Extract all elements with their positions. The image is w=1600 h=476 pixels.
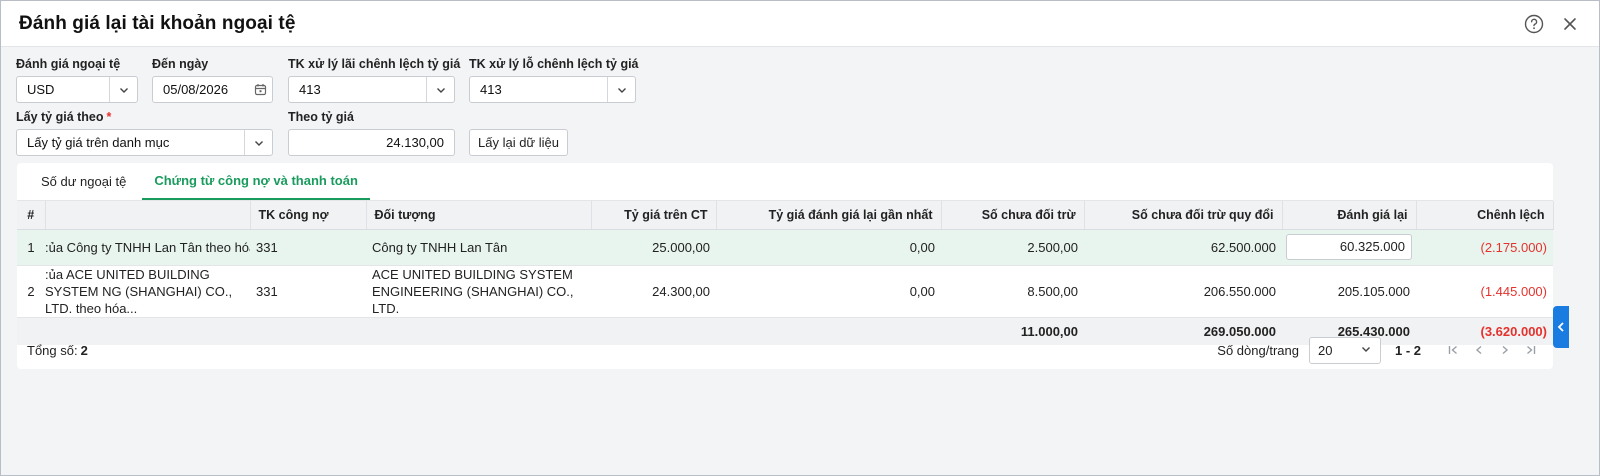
- tab-bar: Số dư ngoại tệ Chứng từ công nợ và thanh…: [17, 163, 1553, 201]
- table-footer: Tổng số: 2 Số dòng/trang 20 1 - 2: [17, 331, 1553, 369]
- chevron-down-icon[interactable]: [607, 77, 635, 102]
- help-icon[interactable]: [1523, 13, 1545, 35]
- to-date-label: Đến ngày: [152, 57, 209, 71]
- chevron-down-icon[interactable]: [426, 77, 454, 102]
- loss-account-value: 413: [480, 82, 502, 97]
- total-count: Tổng số: 2: [27, 343, 88, 358]
- rate-source-label: Lấy tỷ giá theo *: [16, 110, 111, 124]
- table-row[interactable]: 2 :ủa ACE UNITED BUILDING SYSTEM NG (SHA…: [17, 265, 1553, 318]
- side-panel-toggle[interactable]: [1553, 306, 1569, 348]
- revaluation-dialog: Đánh giá lại tài khoản ngoại tệ Đánh giá…: [0, 0, 1600, 476]
- col-difference[interactable]: Chênh lệch: [1416, 201, 1554, 230]
- chevron-down-icon: [1360, 343, 1372, 358]
- rate-source-select[interactable]: Lấy tỷ giá trên danh mục: [16, 129, 273, 156]
- loss-account-label: TK xử lý lỗ chênh lệch tỷ giá: [469, 57, 639, 71]
- col-unoffset[interactable]: Số chưa đối trừ: [941, 201, 1085, 230]
- pagination: Số dòng/trang 20 1 - 2: [1217, 336, 1543, 364]
- row-revalued-cell: 60.325.000: [1282, 229, 1416, 266]
- row-difference: (1.445.000): [1416, 265, 1553, 318]
- rate-source-label-text: Lấy tỷ giá theo: [16, 110, 104, 124]
- gain-account-value: 413: [299, 82, 321, 97]
- currency-value: USD: [27, 82, 55, 97]
- row-unoffset-converted: 206.550.000: [1084, 265, 1282, 318]
- total-value: 2: [80, 342, 88, 358]
- row-description: :ủa ACE UNITED BUILDING SYSTEM NG (SHANG…: [45, 265, 250, 318]
- prev-page-icon[interactable]: [1467, 344, 1491, 356]
- revaluation-table: # TK công nợ Đối tượng Tỷ giá trên CT Tỷ…: [17, 201, 1554, 345]
- gain-account-label: TK xử lý lãi chênh lệch tỷ giá: [288, 57, 461, 71]
- col-description[interactable]: [45, 201, 251, 230]
- next-page-icon[interactable]: [1493, 344, 1517, 356]
- reload-data-button[interactable]: Lấy lại dữ liệu: [469, 129, 568, 156]
- tab-debt-documents[interactable]: Chứng từ công nợ và thanh toán: [142, 163, 370, 200]
- currency-select[interactable]: USD: [16, 76, 138, 103]
- col-unoffset-converted[interactable]: Số chưa đối trừ quy đổi: [1084, 201, 1283, 230]
- gain-account-select[interactable]: 413: [288, 76, 455, 103]
- row-partner: Công ty TNHH Lan Tân: [366, 229, 591, 266]
- calendar-icon[interactable]: [248, 83, 272, 96]
- row-description: :ủa Công ty TNHH Lan Tân theo hóa: [45, 229, 250, 266]
- rate-label: Theo tỷ giá: [288, 110, 354, 124]
- row-difference: (2.175.000): [1416, 229, 1553, 266]
- row-last-rate: 0,00: [716, 265, 941, 318]
- col-account[interactable]: TK công nợ: [250, 201, 367, 230]
- row-unoffset: 8.500,00: [941, 265, 1084, 318]
- col-revalued[interactable]: Đánh giá lại: [1282, 201, 1417, 230]
- rows-per-page-label: Số dòng/trang: [1217, 342, 1299, 358]
- col-partner[interactable]: Đối tượng: [366, 201, 592, 230]
- first-page-icon[interactable]: [1441, 344, 1465, 356]
- table-row[interactable]: 1 :ủa Công ty TNHH Lan Tân theo hóa 331 …: [17, 229, 1553, 266]
- rate-source-value: Lấy tỷ giá trên danh mục: [27, 135, 170, 150]
- currency-label: Đánh giá ngoại tệ: [16, 57, 121, 71]
- row-account: 331: [250, 265, 366, 318]
- to-date-input[interactable]: 05/08/2026: [152, 76, 273, 103]
- row-account: 331: [250, 229, 366, 266]
- rows-per-page-select[interactable]: 20: [1308, 336, 1381, 364]
- page-range: 1 - 2: [1394, 342, 1421, 358]
- row-partner: ACE UNITED BUILDING SYSTEM ENGINEERING (…: [366, 265, 591, 318]
- row-last-rate: 0,00: [716, 229, 941, 266]
- chevron-left-icon: [1557, 322, 1564, 332]
- revalued-input[interactable]: 60.325.000: [1286, 234, 1412, 260]
- col-last-rate[interactable]: Tỷ giá đánh giá lại gần nhất: [716, 201, 942, 230]
- row-index: 2: [17, 265, 45, 318]
- table-header-row: # TK công nợ Đối tượng Tỷ giá trên CT Tỷ…: [17, 201, 1554, 230]
- chevron-down-icon[interactable]: [109, 77, 137, 102]
- dialog-header: Đánh giá lại tài khoản ngoại tệ: [1, 1, 1599, 47]
- total-label: Tổng số:: [27, 342, 78, 358]
- filter-form: Đánh giá ngoại tệ USD Đến ngày 05/08/202…: [1, 47, 1599, 156]
- row-doc-rate: 24.300,00: [591, 265, 716, 318]
- row-unoffset: 2.500,00: [941, 229, 1084, 266]
- last-page-icon[interactable]: [1519, 344, 1543, 356]
- to-date-value: 05/08/2026: [163, 82, 229, 97]
- details-panel: Số dư ngoại tệ Chứng từ công nợ và thanh…: [17, 163, 1554, 369]
- required-mark: *: [106, 110, 112, 124]
- rows-per-page-value: 20: [1317, 342, 1333, 358]
- row-doc-rate: 25.000,00: [591, 229, 716, 266]
- loss-account-select[interactable]: 413: [469, 76, 636, 103]
- col-index[interactable]: #: [17, 201, 46, 230]
- rate-input[interactable]: 24.130,00: [288, 129, 455, 156]
- chevron-down-icon[interactable]: [244, 130, 272, 155]
- col-doc-rate[interactable]: Tỷ giá trên CT: [591, 201, 717, 230]
- tab-currency-balance[interactable]: Số dư ngoại tệ: [29, 163, 138, 200]
- rate-value: 24.130,00: [386, 135, 444, 150]
- row-revalued: 205.105.000: [1282, 265, 1416, 318]
- row-index: 1: [17, 229, 45, 266]
- row-unoffset-converted: 62.500.000: [1084, 229, 1282, 266]
- close-icon[interactable]: [1559, 13, 1581, 35]
- dialog-title: Đánh giá lại tài khoản ngoại tệ: [19, 12, 296, 34]
